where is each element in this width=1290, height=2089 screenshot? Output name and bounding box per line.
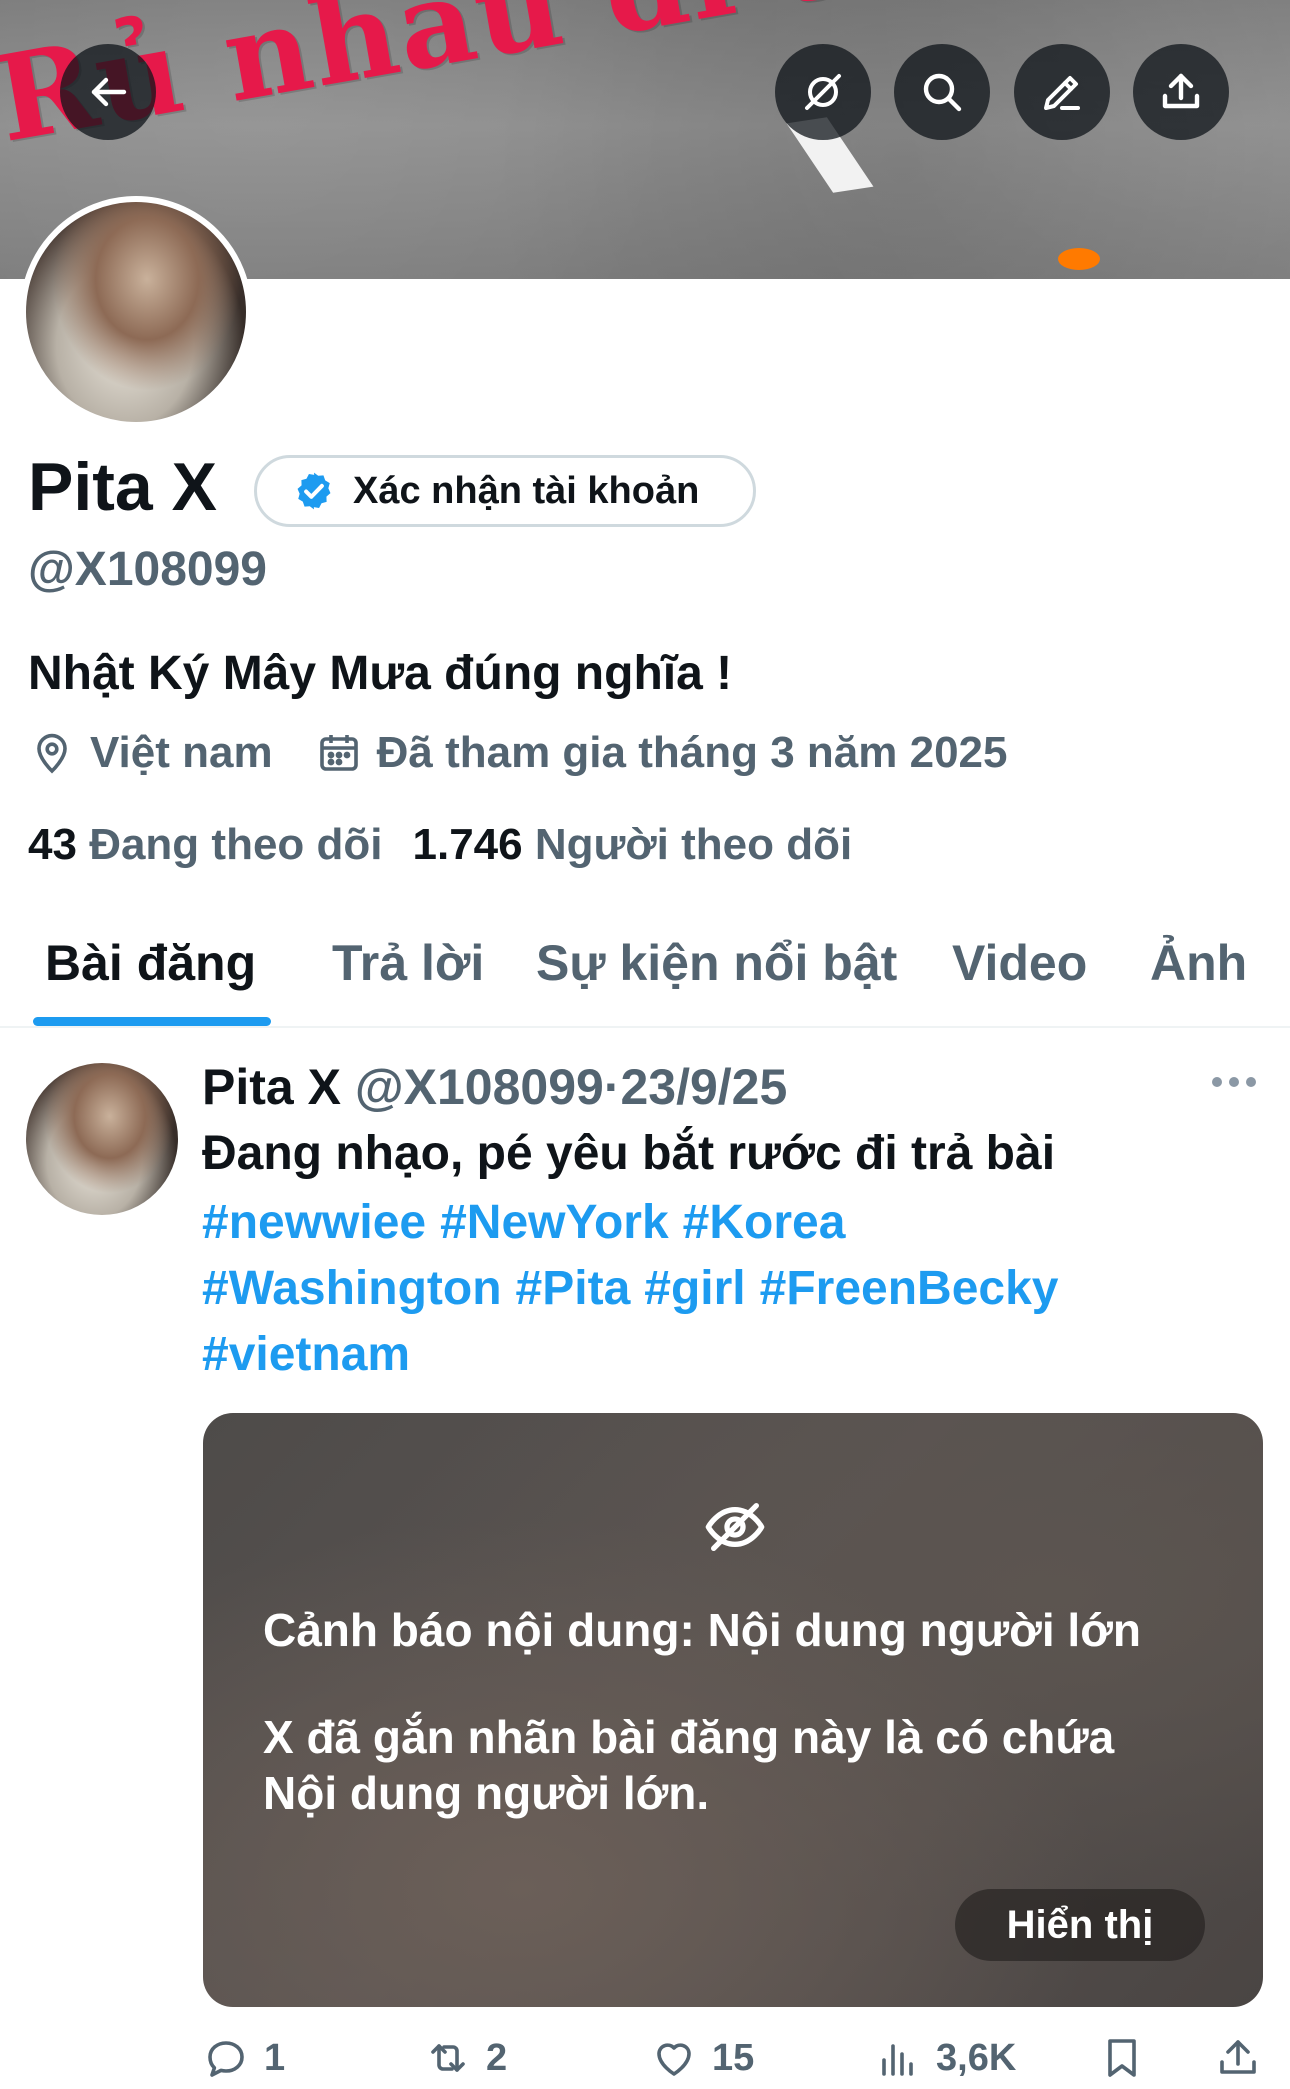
post-hashtags: #newwiee #NewYork #Korea #Washington #Pita #…	[202, 1190, 1202, 1388]
verified-badge-icon	[297, 472, 331, 510]
post-separator: ·	[603, 1059, 621, 1115]
followers-label: Người theo dõi	[534, 820, 853, 869]
bookmark-icon	[1108, 2039, 1136, 2077]
post-actions: 1 2 15 3,6K	[0, 2034, 1290, 2089]
views-chart-icon	[882, 2044, 913, 2076]
like-button[interactable]: 15	[650, 2034, 754, 2082]
share-icon	[1220, 2040, 1256, 2074]
show-content-button[interactable]: Hiển thị	[955, 1889, 1205, 1961]
hashtag-link[interactable]: #vietnam	[202, 1328, 410, 1381]
edit-profile-button[interactable]	[1014, 44, 1110, 140]
hashtag-link[interactable]: #Pita	[516, 1262, 631, 1315]
hashtag-link[interactable]: #FreenBecky	[760, 1262, 1059, 1315]
hashtag-link[interactable]: #newwiee	[202, 1196, 426, 1249]
search-button[interactable]	[894, 44, 990, 140]
repost-button[interactable]: 2	[424, 2034, 507, 2082]
tab-highlights[interactable]: Sự kiện nổi bật	[536, 934, 897, 992]
followers-count: 1.746	[412, 820, 523, 869]
tab-photos[interactable]: Ảnh	[1150, 934, 1247, 992]
post-text: Đang nhạo, pé yêu bắt rước đi trả bài	[202, 1127, 1056, 1180]
profile-handle: @X108099	[28, 543, 267, 596]
share-post-button[interactable]	[1214, 2034, 1262, 2082]
reply-count: 1	[264, 2036, 286, 2079]
more-dot-icon	[1229, 1077, 1239, 1087]
follow-stats: 43 Đang theo dõi 1.746 Người theo dõi	[28, 820, 852, 870]
following-count: 43	[28, 820, 77, 869]
profile-bio: Nhật Ký Mây Mưa đúng nghĩa !	[28, 647, 733, 700]
views-button[interactable]: 3,6K	[874, 2034, 1016, 2082]
grok-button[interactable]	[775, 44, 871, 140]
tab-videos[interactable]: Video	[952, 934, 1087, 992]
back-arrow-icon	[91, 77, 127, 107]
hashtag-link[interactable]: #Washington	[202, 1262, 502, 1315]
tab-posts[interactable]: Bài đăng	[45, 934, 256, 992]
reply-icon	[208, 2041, 244, 2077]
join-date-text: Đã tham gia tháng 3 năm 2025	[376, 728, 1008, 777]
more-dot-icon	[1246, 1077, 1256, 1087]
bookmark-button[interactable]	[1098, 2034, 1146, 2082]
reply-button[interactable]: 1	[202, 2034, 285, 2082]
views-count: 3,6K	[936, 2036, 1017, 2079]
repost-count: 2	[486, 2036, 508, 2079]
profile-avatar[interactable]	[20, 196, 252, 428]
post-header: Pita X @X108099·23/9/25	[202, 1058, 787, 1116]
eye-off-icon	[705, 1503, 765, 1551]
calendar-icon	[319, 735, 358, 771]
content-warning-body: X đã gắn nhãn bài đăng này là có chứa Nộ…	[263, 1711, 1115, 1819]
verify-account-button[interactable]: Xác nhận tài khoản	[254, 455, 756, 527]
profile-tabs: Bài đăng Trả lời Sự kiện nổi bật Video Ả…	[0, 920, 1290, 1028]
location-pin-icon	[37, 733, 67, 774]
repost-icon	[431, 2044, 465, 2072]
sensitive-media-overlay: Cảnh báo nội dung: Nội dung người lớn X …	[203, 1413, 1263, 2007]
more-options-button[interactable]	[1212, 1072, 1262, 1092]
verify-account-label: Xác nhận tài khoản	[353, 469, 700, 512]
share-icon	[1162, 73, 1200, 109]
like-count: 15	[712, 2036, 755, 2079]
hashtag-link[interactable]: #NewYork	[440, 1196, 669, 1249]
post-date[interactable]: 23/9/25	[620, 1059, 787, 1115]
post-author-avatar[interactable]	[26, 1063, 178, 1215]
followers-link[interactable]: 1.746 Người theo dõi	[413, 820, 853, 870]
more-dot-icon	[1212, 1077, 1222, 1087]
tab-replies[interactable]: Trả lời	[332, 934, 484, 992]
edit-icon	[1044, 76, 1080, 110]
profile-meta: Việt nam Đã tham gia tháng 3 năm 2025	[28, 728, 1007, 778]
heart-icon	[657, 2043, 691, 2076]
location-text: Việt nam	[90, 728, 273, 777]
location: Việt nam	[28, 728, 273, 778]
post-author-handle[interactable]: @X108099	[355, 1059, 604, 1115]
content-warning-title: Cảnh báo nội dung: Nội dung người lớn	[263, 1604, 1141, 1656]
profile-name: Pita X	[28, 449, 217, 525]
following-label: Đang theo dõi	[89, 820, 383, 869]
grok-icon	[805, 74, 841, 110]
following-link[interactable]: 43 Đang theo dõi	[28, 820, 383, 870]
hashtag-link[interactable]: #Korea	[683, 1196, 846, 1249]
hashtag-link[interactable]: #girl	[644, 1262, 745, 1315]
post-author-name[interactable]: Pita X	[202, 1059, 341, 1115]
search-icon	[923, 73, 962, 112]
active-tab-indicator	[33, 1017, 271, 1026]
share-profile-button[interactable]	[1133, 44, 1229, 140]
banner-orange-mark	[1058, 248, 1100, 270]
back-button[interactable]	[60, 44, 156, 140]
join-date: Đã tham gia tháng 3 năm 2025	[315, 728, 1008, 778]
